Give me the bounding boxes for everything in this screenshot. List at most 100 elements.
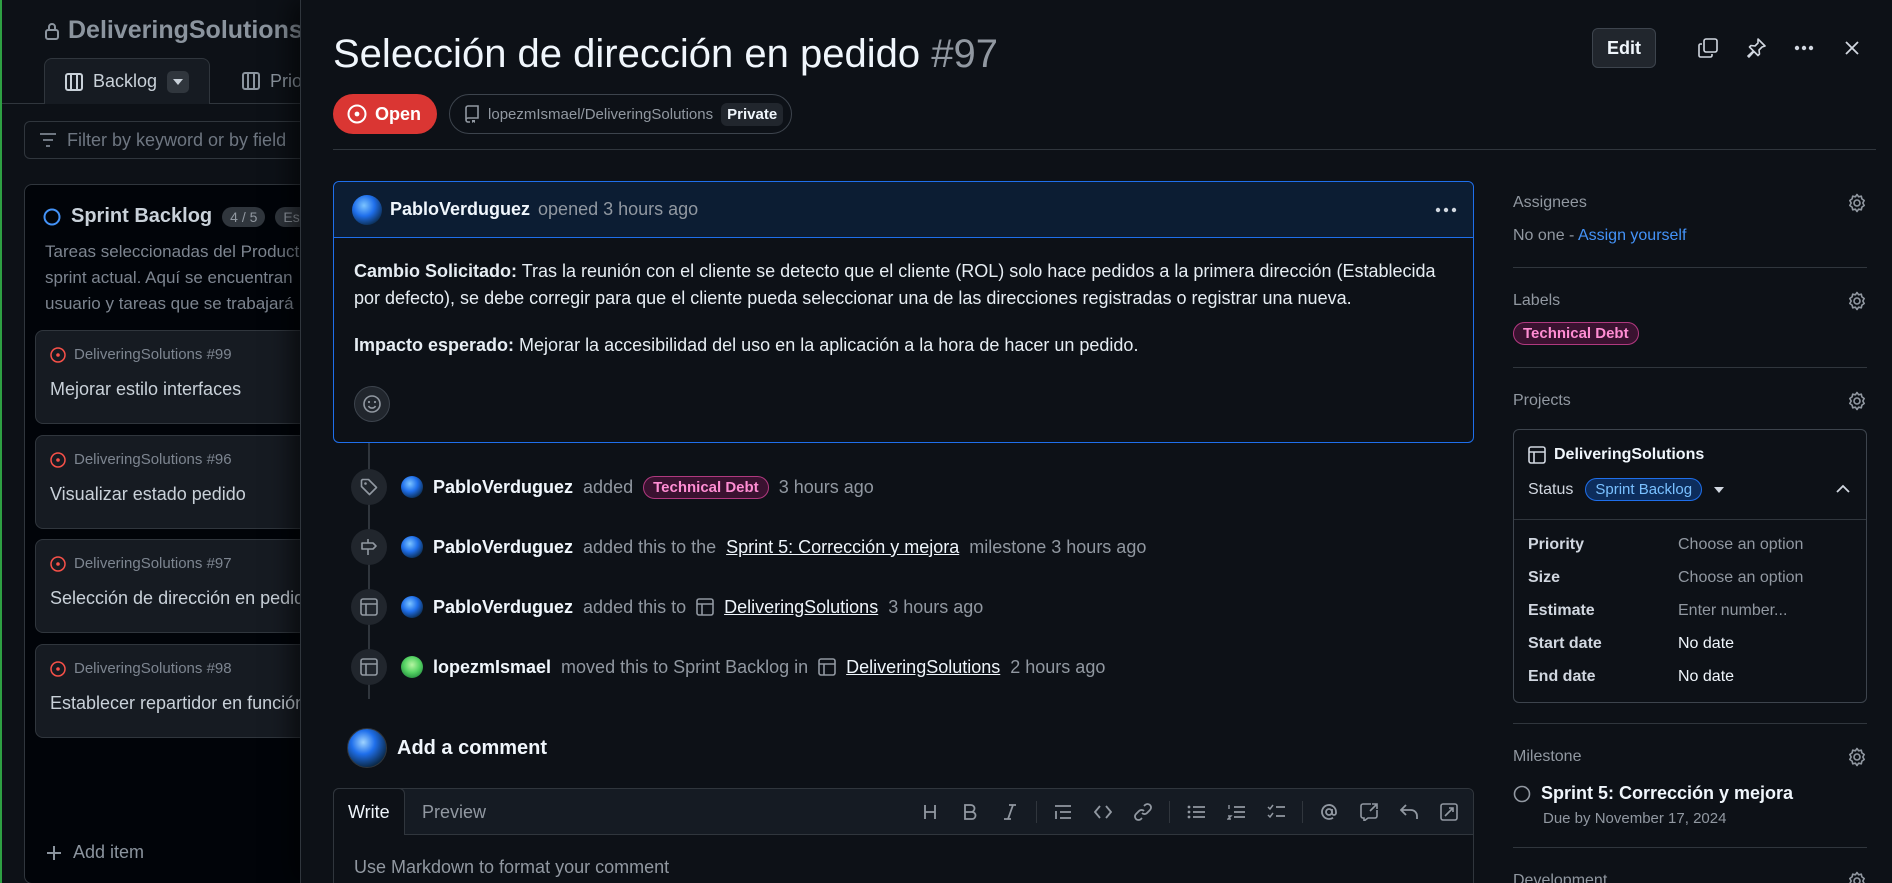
view-options-button[interactable] — [167, 70, 190, 93]
avatar — [347, 728, 387, 768]
status-value[interactable]: Sprint Backlog — [1585, 478, 1703, 501]
italic-icon[interactable] — [992, 797, 1028, 827]
event-time: 3 hours ago — [778, 476, 874, 497]
event-actor[interactable]: PabloVerduguez — [433, 537, 573, 558]
table-icon — [696, 598, 714, 616]
view-tab-backlog[interactable]: Backlog — [44, 58, 211, 104]
mention-icon[interactable] — [1311, 797, 1347, 827]
gear-icon[interactable] — [1847, 747, 1867, 767]
view-tabs: Backlog Prior — [2, 58, 310, 104]
bold-icon[interactable] — [952, 797, 988, 827]
card-title[interactable]: Visualizar estado pedido — [50, 484, 246, 505]
event-time: 2 hours ago — [1010, 656, 1106, 677]
board-card[interactable]: DeliveringSolutions #98 Establecer repar… — [35, 644, 310, 738]
avatar[interactable] — [352, 194, 382, 225]
assignees-heading: Assignees — [1513, 194, 1587, 211]
field-end-date[interactable]: End date No date — [1528, 668, 1858, 686]
project-link[interactable]: DeliveringSolutions — [724, 597, 878, 618]
field-value: Enter number... — [1678, 602, 1788, 619]
field-name: Start date — [1528, 635, 1602, 652]
column-description-line: usuario y tareas que se trabajará — [45, 294, 294, 313]
project-name-row[interactable]: DeliveringSolutions — [1528, 446, 1704, 464]
project-title-text: DeliveringSolutions — [68, 16, 303, 44]
card-title[interactable]: Selección de dirección en pedido — [50, 588, 310, 609]
close-icon[interactable] — [1832, 28, 1872, 68]
comment-menu-icon[interactable] — [1435, 198, 1457, 222]
filter-input[interactable]: Filter by keyword or by field — [24, 121, 310, 159]
status-label: Status — [1528, 480, 1574, 498]
timeline-event: lopezmIsmael moved this to Sprint Backlo… — [351, 649, 1105, 685]
task-list-icon[interactable] — [1258, 797, 1294, 827]
code-icon[interactable] — [1085, 797, 1121, 827]
issue-title-text: Selección de dirección en pedido — [333, 32, 921, 76]
repo-pill[interactable]: lopezmIsmael/DeliveringSolutions Private — [449, 94, 793, 134]
reply-icon[interactable] — [1391, 797, 1427, 827]
project-link[interactable]: DeliveringSolutions — [846, 657, 1000, 678]
card-title[interactable]: Establecer repartidor en función — [50, 693, 305, 714]
gear-icon[interactable] — [1847, 391, 1867, 411]
avatar[interactable] — [401, 536, 423, 558]
tab-write[interactable]: Write — [333, 788, 405, 835]
card-ref-text: DeliveringSolutions #98 — [74, 660, 232, 677]
comment-author[interactable]: PabloVerduguez — [390, 199, 530, 220]
no-assignee-text: No one - — [1513, 227, 1578, 244]
tab-preview[interactable]: Preview — [408, 789, 500, 835]
state-badge: Open — [333, 94, 438, 134]
comment-strong: Impacto esperado: — [354, 335, 515, 355]
reference-icon[interactable] — [1351, 797, 1387, 827]
card-ref-text: DeliveringSolutions #99 — [74, 346, 232, 363]
edit-button[interactable]: Edit — [1592, 28, 1656, 68]
field-size[interactable]: Size Choose an option — [1528, 569, 1858, 587]
card-title[interactable]: Mejorar estilo interfaces — [50, 379, 241, 400]
toolbar-divider — [1302, 801, 1303, 823]
heading-icon[interactable] — [912, 797, 948, 827]
quote-icon[interactable] — [1045, 797, 1081, 827]
field-value: No date — [1678, 635, 1735, 652]
field-priority[interactable]: Priority Choose an option — [1528, 536, 1858, 554]
field-start-date[interactable]: Start date No date — [1528, 635, 1858, 653]
board-card[interactable]: DeliveringSolutions #96 Visualizar estad… — [35, 435, 310, 529]
milestone-icon — [351, 529, 387, 565]
assign-yourself-link[interactable]: Assign yourself — [1578, 227, 1687, 244]
label-chip[interactable]: Technical Debt — [1513, 322, 1639, 345]
column-name: Sprint Backlog — [71, 205, 213, 227]
comment-strong: Cambio Solicitado: — [354, 261, 518, 281]
column-description: Tareas seleccionadas del Product sprint … — [45, 239, 310, 317]
fullscreen-icon[interactable] — [1431, 797, 1467, 827]
gear-icon[interactable] — [1847, 291, 1867, 311]
comment-input[interactable]: Use Markdown to format your comment — [354, 857, 669, 878]
milestone-link[interactable]: Sprint 5: Corrección y mejora — [726, 537, 959, 558]
field-estimate[interactable]: Estimate Enter number... — [1528, 602, 1858, 620]
labels-list: Technical Debt — [1513, 322, 1867, 345]
link-icon[interactable] — [1125, 797, 1161, 827]
section-divider — [1513, 723, 1867, 724]
comment-meta: opened 3 hours ago — [538, 199, 699, 219]
add-reaction-button[interactable] — [354, 386, 390, 422]
add-item-button[interactable]: Add item — [47, 842, 144, 863]
gear-icon[interactable] — [1847, 193, 1867, 213]
view-tab-priority[interactable]: Prior — [222, 58, 310, 104]
ordered-list-icon[interactable] — [1218, 797, 1254, 827]
gear-icon[interactable] — [1847, 871, 1867, 883]
copy-icon[interactable] — [1688, 28, 1728, 68]
board-card[interactable]: DeliveringSolutions #97 Selección de dir… — [35, 539, 310, 633]
project-title[interactable]: DeliveringSolutions — [44, 16, 303, 45]
board-card[interactable]: DeliveringSolutions #99 Mejorar estilo i… — [35, 330, 310, 424]
chevron-down-icon[interactable] — [1714, 486, 1725, 493]
kebab-menu-icon[interactable] — [1784, 28, 1824, 68]
event-actor[interactable]: lopezmIsmael — [433, 657, 551, 678]
milestone-row[interactable]: Sprint 5: Corrección y mejora — [1513, 783, 1867, 804]
event-actor[interactable]: PabloVerduguez — [433, 597, 573, 618]
status-circle-icon — [43, 208, 61, 226]
avatar[interactable] — [401, 656, 423, 678]
pin-icon[interactable] — [1736, 28, 1776, 68]
event-time: 3 hours ago — [888, 596, 984, 617]
table-icon — [351, 649, 387, 685]
chevron-up-icon[interactable] — [1836, 484, 1850, 493]
avatar[interactable] — [401, 596, 423, 618]
avatar[interactable] — [401, 476, 423, 498]
event-actor[interactable]: PabloVerduguez — [433, 477, 573, 498]
issue-open-icon — [50, 451, 66, 468]
label-chip[interactable]: Technical Debt — [643, 475, 769, 499]
unordered-list-icon[interactable] — [1178, 797, 1214, 827]
